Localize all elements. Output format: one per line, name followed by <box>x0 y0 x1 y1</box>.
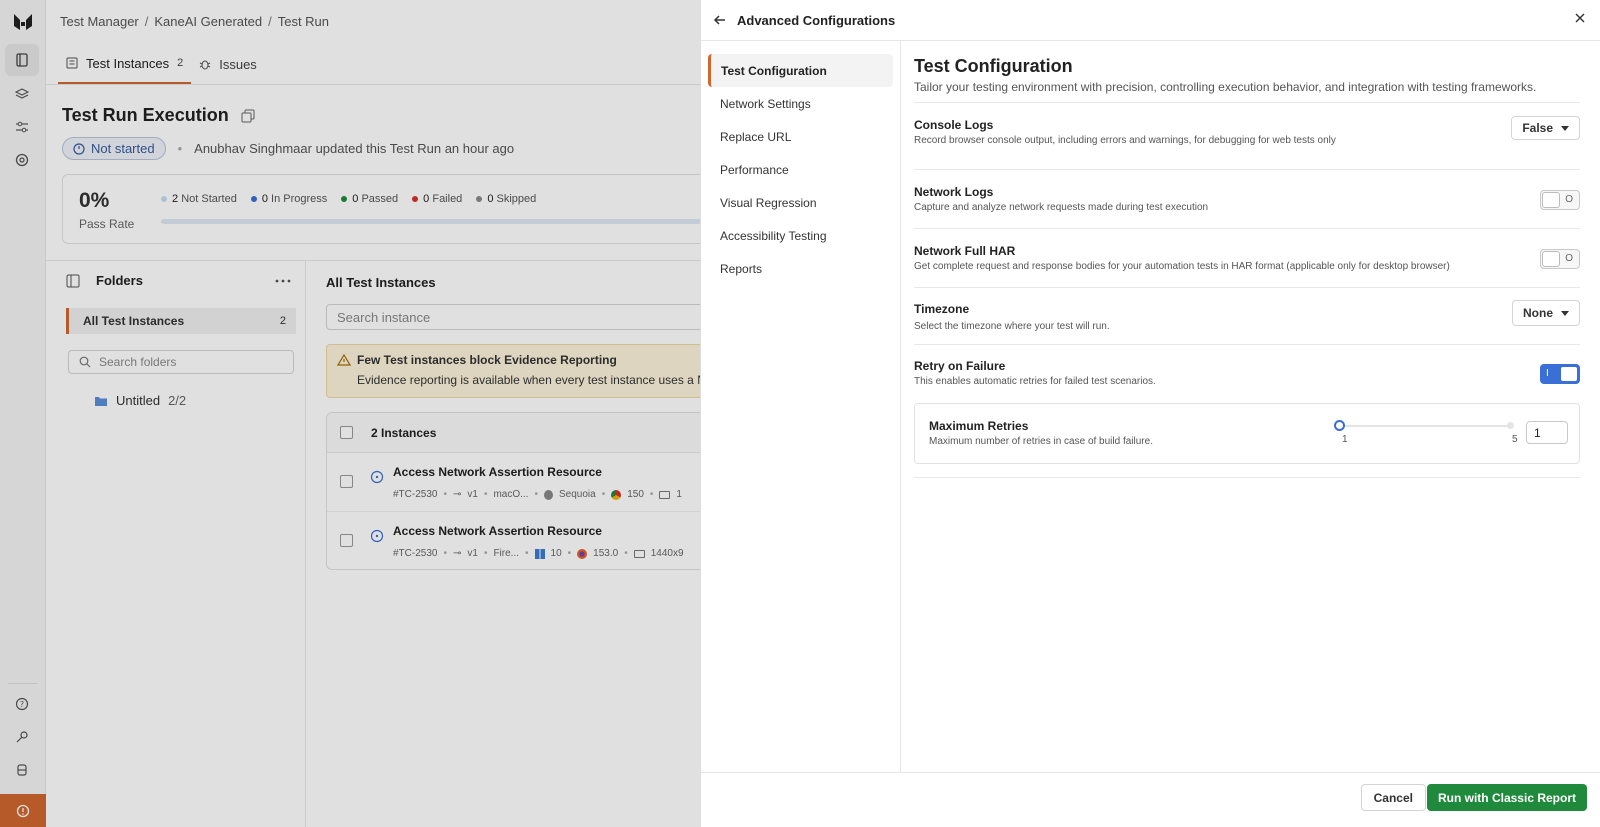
network-har-option: Network Full HAR Get complete request an… <box>914 228 1580 287</box>
max-retries-input[interactable]: 1 <box>1526 421 1568 444</box>
caret-down-icon <box>1561 310 1569 316</box>
option-description: This enables automatic retries for faile… <box>914 376 1156 387</box>
drawer-header: Advanced Configurations <box>701 0 1600 41</box>
config-content: Test Configuration Tailor your testing e… <box>901 41 1600 772</box>
nav-replace-url[interactable]: Replace URL <box>708 120 893 153</box>
caret-down-icon <box>1561 125 1569 131</box>
back-arrow-icon[interactable] <box>713 14 727 26</box>
nav-test-configuration[interactable]: Test Configuration <box>708 54 893 87</box>
cancel-button[interactable]: Cancel <box>1360 784 1426 811</box>
run-with-classic-report-button[interactable]: Run with Classic Report <box>1426 784 1587 811</box>
section-description: Tailor your testing environment with pre… <box>914 80 1537 94</box>
option-title: Retry on Failure <box>914 359 1006 373</box>
option-description: Get complete request and response bodies… <box>914 261 1450 272</box>
nav-accessibility-testing[interactable]: Accessibility Testing <box>708 219 893 252</box>
network-logs-toggle[interactable]: O <box>1540 190 1580 210</box>
section-title: Test Configuration <box>914 56 1073 76</box>
option-title: Network Full HAR <box>914 244 1016 258</box>
option-title: Maximum Retries <box>929 419 1029 433</box>
network-har-toggle[interactable]: O <box>1540 249 1580 269</box>
nav-reports[interactable]: Reports <box>708 252 893 285</box>
nav-network-settings[interactable]: Network Settings <box>708 87 893 120</box>
slider-end <box>1507 422 1514 429</box>
slider-min-label: 1 <box>1342 434 1348 445</box>
config-nav: Test Configuration Network Settings Repl… <box>701 41 901 772</box>
timezone-select[interactable]: None <box>1512 300 1580 326</box>
nav-performance[interactable]: Performance <box>708 153 893 186</box>
slider-thumb[interactable] <box>1334 420 1345 431</box>
console-logs-select[interactable]: False <box>1511 116 1580 140</box>
timezone-option: Timezone Select the timezone where your … <box>914 287 1580 344</box>
console-logs-option: Console Logs Record browser console outp… <box>914 102 1580 169</box>
nav-visual-regression[interactable]: Visual Regression <box>708 186 893 219</box>
option-description: Capture and analyze network requests mad… <box>914 202 1209 213</box>
network-logs-option: Network Logs Capture and analyze network… <box>914 169 1580 228</box>
select-value: None <box>1523 306 1553 320</box>
option-title: Timezone <box>914 302 970 316</box>
option-title: Console Logs <box>914 118 994 132</box>
slider-max-label: 5 <box>1512 434 1518 445</box>
retry-on-failure-toggle[interactable]: I <box>1540 364 1580 384</box>
option-description: Record browser console output, including… <box>914 135 1336 146</box>
drawer-footer: Cancel Run with Classic Report <box>701 772 1600 827</box>
drawer-title: Advanced Configurations <box>737 12 896 28</box>
modal-backdrop[interactable] <box>0 0 700 827</box>
retry-on-failure-option: Retry on Failure This enables automatic … <box>914 344 1580 403</box>
section-divider <box>914 477 1580 478</box>
select-value: False <box>1522 121 1553 135</box>
maximum-retries-box: Maximum Retries Maximum number of retrie… <box>914 403 1580 464</box>
close-icon[interactable] <box>1574 12 1586 24</box>
option-title: Network Logs <box>914 185 994 199</box>
option-description: Select the timezone where your test will… <box>914 321 1110 332</box>
advanced-configurations-drawer: Advanced Configurations Test Configurati… <box>700 0 1600 827</box>
option-description: Maximum number of retries in case of bui… <box>929 436 1153 447</box>
max-retries-slider[interactable] <box>1334 420 1514 431</box>
